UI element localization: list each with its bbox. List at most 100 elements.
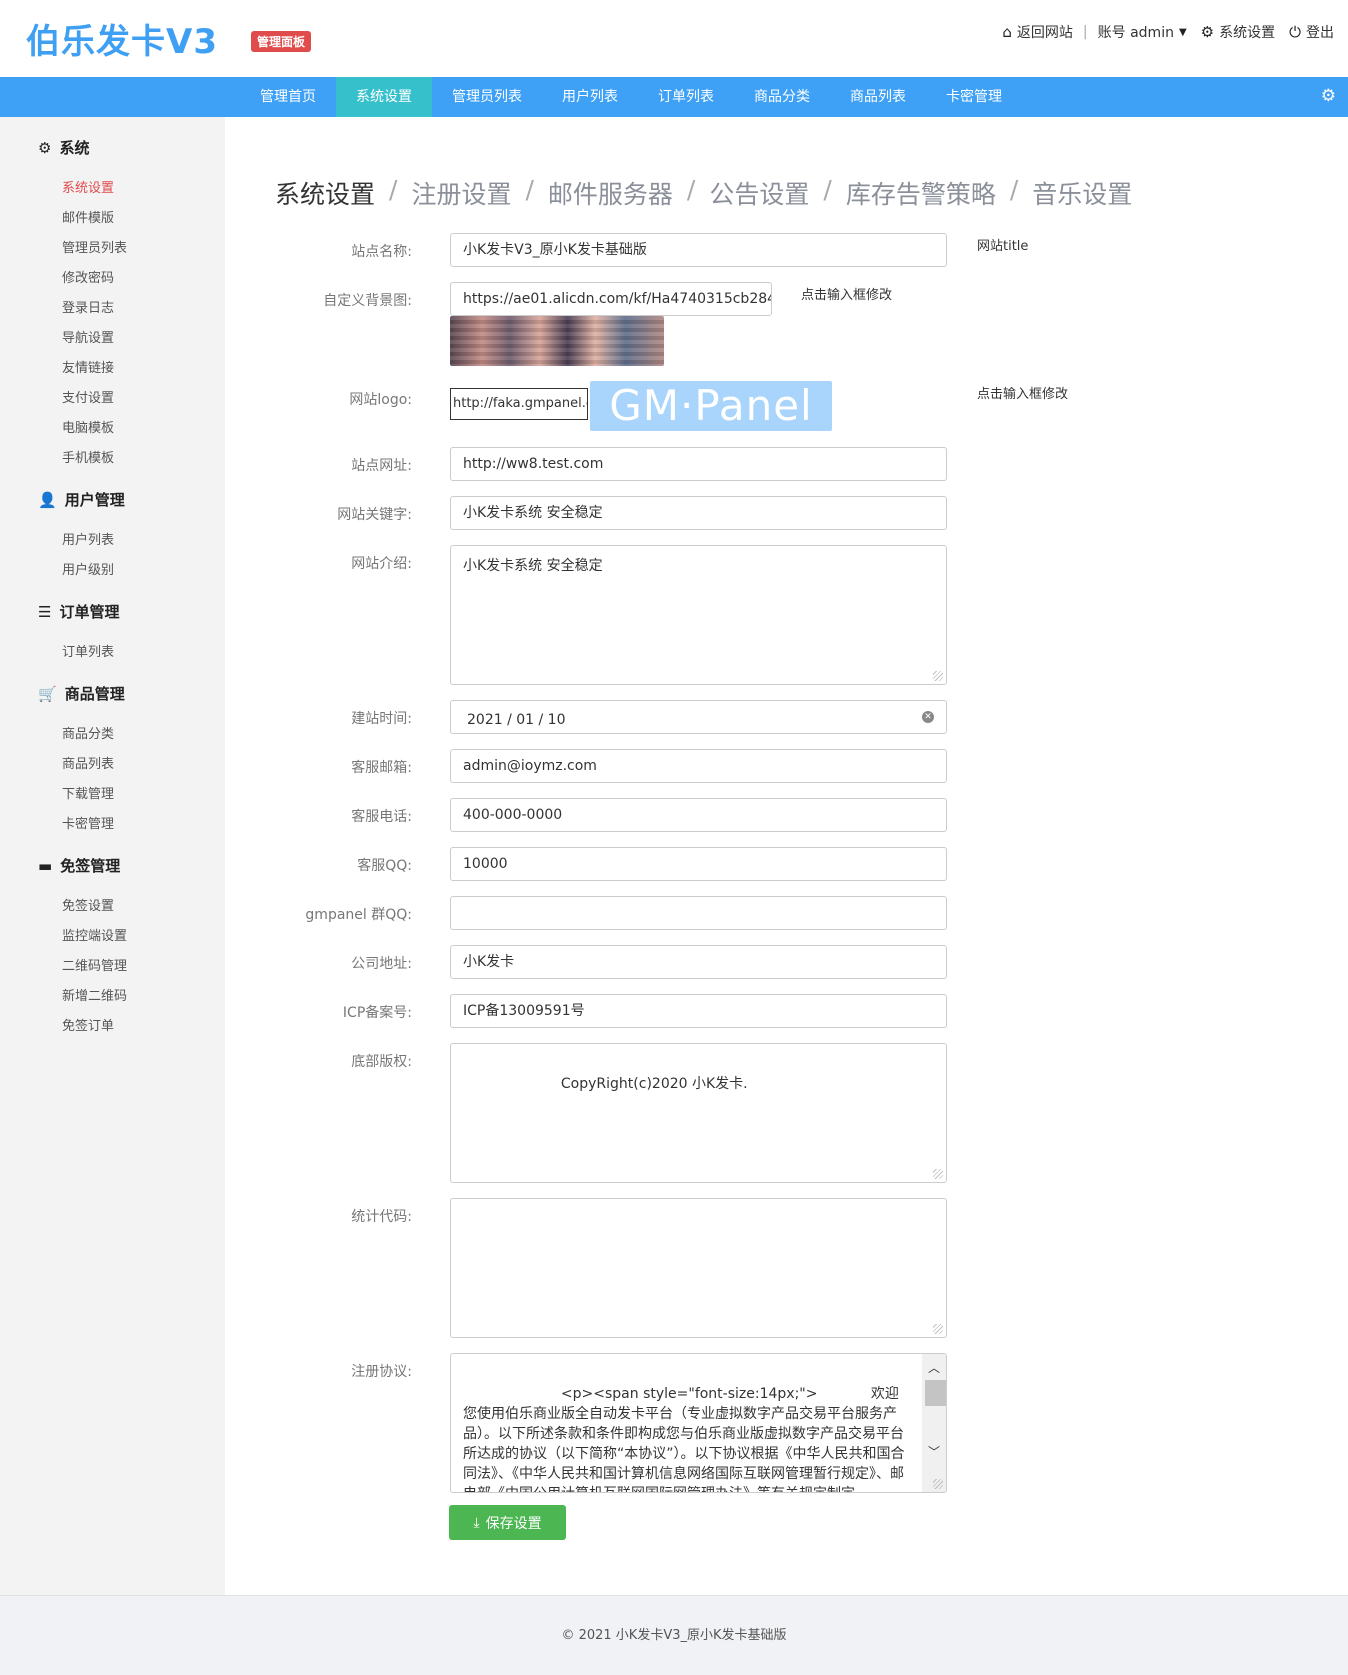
nav-card-management[interactable]: 卡密管理 [926, 77, 1022, 117]
system-settings-link[interactable]: ⚙ 系统设置 [1201, 22, 1275, 42]
site-logo-input[interactable]: http://faka.gmpanel.co [450, 388, 588, 420]
description-text: 小K发卡系统 安全稳定 [463, 558, 603, 574]
nav-user-list[interactable]: 用户列表 [542, 77, 638, 117]
group-qq-input[interactable] [450, 896, 947, 930]
nav-admin-list[interactable]: 管理员列表 [432, 77, 542, 117]
scroll-down-icon[interactable]: ﹀ [928, 1442, 940, 1462]
scroll-up-icon[interactable]: ︿ [928, 1358, 940, 1378]
sidebar-item-card-management[interactable]: 卡密管理 [62, 813, 114, 832]
sidebar-item-goods-category[interactable]: 商品分类 [62, 723, 114, 742]
user-icon: 👤 [38, 490, 57, 509]
top-links: ⌂ 返回网站 | 账号 admin ▼ ⚙ 系统设置 ⏻ 登出 [1002, 22, 1334, 42]
copyright-text: CopyRight(c)2020 小K发卡. [471, 1076, 748, 1092]
tab-register-settings[interactable]: 注册设置 [411, 175, 511, 211]
nav-order-list[interactable]: 订单列表 [638, 77, 734, 117]
logout-link[interactable]: ⏻ 登出 [1289, 22, 1334, 42]
sidebar-item-free-settings[interactable]: 免签设置 [62, 895, 114, 914]
account-label: 账号 admin [1097, 25, 1174, 41]
tab-music-settings[interactable]: 音乐设置 [1032, 175, 1132, 211]
credit-card-icon: ▬ [38, 856, 53, 875]
divider: | [1082, 24, 1088, 40]
address-input[interactable]: 小K发卡 [450, 945, 947, 979]
footer-text: © 2021 小K发卡V3_原小K发卡基础版 [561, 1628, 787, 1643]
sidebar-item-system-settings[interactable]: 系统设置 [62, 177, 114, 196]
settings-tabs: 系统设置 / 注册设置 / 邮件服务器 / 公告设置 / 库存告警策略 / 音乐… [275, 175, 1133, 211]
qq-input[interactable]: 10000 [450, 847, 947, 881]
top-header: 伯乐发卡V3 管理面板 ⌂ 返回网站 | 账号 admin ▼ ⚙ 系统设置 ⏻… [0, 0, 1348, 77]
description-textarea[interactable]: 小K发卡系统 安全稳定 [450, 545, 947, 685]
icp-input[interactable]: ICP备13009591号 [450, 994, 947, 1028]
account-dropdown[interactable]: 账号 admin ▼ [1098, 22, 1187, 42]
tab-system-settings[interactable]: 系统设置 [275, 175, 375, 211]
sidebar-item-goods-list[interactable]: 商品列表 [62, 753, 114, 772]
sidebar-item-mobile-template[interactable]: 手机模板 [62, 447, 114, 466]
nav-goods-category[interactable]: 商品分类 [734, 77, 830, 117]
site-logo-label: 网站logo: [349, 392, 412, 408]
email-input[interactable]: admin@ioymz.com [450, 749, 947, 783]
tab-notice-settings[interactable]: 公告设置 [709, 175, 809, 211]
admin-panel-badge: 管理面板 [251, 31, 312, 52]
resize-grip-icon[interactable] [933, 1324, 943, 1334]
agreement-scrollbar[interactable]: ︿ ﹀ [922, 1354, 946, 1492]
resize-grip-icon[interactable] [933, 671, 943, 681]
back-to-site-link[interactable]: ⌂ 返回网站 [1002, 22, 1073, 42]
sidebar-group-system: ⚙ 系统 [38, 138, 90, 158]
site-name-label: 站点名称: [351, 244, 412, 260]
sidebar-item-free-orders[interactable]: 免签订单 [62, 1015, 114, 1034]
cart-icon: 🛒 [38, 684, 57, 703]
tab-mail-server[interactable]: 邮件服务器 [548, 175, 673, 211]
sidebar-item-email-template[interactable]: 邮件模版 [62, 207, 114, 226]
power-icon: ⏻ [1289, 23, 1301, 41]
system-settings-label: 系统设置 [1219, 25, 1276, 41]
agreement-label: 注册协议: [351, 1364, 412, 1380]
bg-image-preview [450, 316, 664, 366]
nav-system-settings[interactable]: 系统设置 [336, 77, 432, 117]
sidebar-item-pc-template[interactable]: 电脑模板 [62, 417, 114, 436]
group-qq-label: gmpanel 群QQ: [305, 907, 412, 923]
site-name-input[interactable]: 小K发卡V3_原小K发卡基础版 [450, 233, 947, 267]
download-icon: ⤓ [473, 1514, 480, 1531]
sidebar-item-qrcode-management[interactable]: 二维码管理 [62, 955, 127, 974]
save-settings-button[interactable]: ⤓ 保存设置 [449, 1505, 566, 1540]
site-url-input[interactable]: http://ww8.test.com [450, 447, 947, 481]
email-label: 客服邮箱: [351, 760, 412, 776]
resize-grip-icon[interactable] [933, 1479, 943, 1489]
keywords-label: 网站关键字: [337, 507, 412, 523]
site-logo-hint: 点击输入框修改 [977, 387, 1069, 402]
site-logo[interactable]: 伯乐发卡V3 [26, 14, 218, 63]
sidebar-item-user-level[interactable]: 用户级别 [62, 559, 114, 578]
sidebar-item-payment-settings[interactable]: 支付设置 [62, 387, 114, 406]
sidebar-item-monitor-settings[interactable]: 监控端设置 [62, 925, 127, 944]
sidebar-item-admin-list[interactable]: 管理员列表 [62, 237, 127, 256]
phone-input[interactable]: 400-000-0000 [450, 798, 947, 832]
keywords-input[interactable]: 小K发卡系统 安全稳定 [450, 496, 947, 530]
sidebar-group-free: ▬ 免签管理 [38, 856, 121, 876]
sidebar-item-add-qrcode[interactable]: 新增二维码 [62, 985, 127, 1004]
sidebar-item-download-management[interactable]: 下载管理 [62, 783, 114, 802]
sidebar-item-login-log[interactable]: 登录日志 [62, 297, 114, 316]
sidebar-item-friend-links[interactable]: 友情链接 [62, 357, 114, 376]
stats-textarea[interactable] [450, 1198, 947, 1338]
copyright-textarea[interactable]: CopyRight(c)2020 小K发卡. [450, 1043, 947, 1183]
stats-label: 统计代码: [351, 1209, 412, 1225]
address-label: 公司地址: [351, 956, 412, 972]
nav-gear-icon[interactable]: ⚙ [1321, 86, 1336, 106]
agreement-textarea[interactable]: <p><span style="font-size:14px;"> 欢迎您使用伯… [450, 1353, 947, 1493]
clear-icon[interactable]: ✕ [922, 711, 934, 723]
sidebar-item-nav-settings[interactable]: 导航设置 [62, 327, 114, 346]
sidebar-item-change-password[interactable]: 修改密码 [62, 267, 114, 286]
site-name-hint: 网站title [977, 239, 1029, 254]
sidebar-item-user-list[interactable]: 用户列表 [62, 529, 114, 548]
bg-image-input[interactable]: https://ae01.alicdn.com/kf/Ha4740315cb28… [450, 282, 772, 316]
sidebar-item-order-list[interactable]: 订单列表 [62, 641, 114, 660]
bg-image-label: 自定义背景图: [323, 293, 412, 309]
sidebar-group-order: ☰ 订单管理 [38, 602, 120, 622]
nav-goods-list[interactable]: 商品列表 [830, 77, 926, 117]
nav-home[interactable]: 管理首页 [240, 77, 336, 117]
scroll-thumb[interactable] [925, 1380, 946, 1406]
resize-grip-icon[interactable] [933, 1169, 943, 1179]
tab-stock-alert[interactable]: 库存告警策略 [846, 175, 996, 211]
build-date-input[interactable]: 2021 / 01 / 10 ✕ [450, 700, 947, 734]
description-label: 网站介绍: [351, 556, 412, 572]
main-nav: 管理首页 系统设置 管理员列表 用户列表 订单列表 商品分类 商品列表 卡密管理… [0, 77, 1348, 117]
